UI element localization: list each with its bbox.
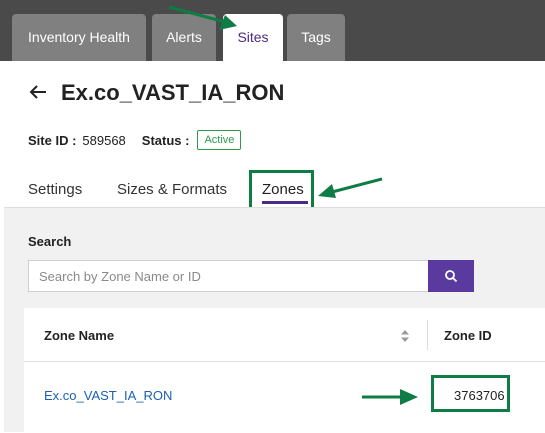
site-id-value: 589568 — [82, 132, 126, 148]
page-title: Ex.co_VAST_IA_RON — [61, 80, 285, 105]
annotation-box-zones — [249, 170, 314, 210]
search-icon — [445, 270, 458, 283]
sort-icon[interactable] — [399, 328, 411, 344]
site-id-label: Site ID : — [28, 132, 77, 148]
search-button[interactable] — [428, 260, 474, 292]
tab-tags[interactable]: Tags — [287, 14, 345, 61]
zone-name-link[interactable]: Ex.co_VAST_IA_RON — [44, 388, 172, 403]
search-input[interactable] — [28, 260, 429, 292]
column-divider — [427, 320, 428, 350]
tab-settings[interactable]: Settings — [28, 181, 82, 198]
annotation-box-zone-id — [431, 375, 510, 412]
status-badge: Active — [197, 130, 242, 150]
zones-table: Zone Name Zone ID Ex.co_VAST_IA_RON 3763… — [24, 308, 545, 433]
search-label: Search — [28, 234, 72, 249]
column-header-zone-id[interactable]: Zone ID — [444, 328, 492, 343]
site-header: Ex.co_VAST_IA_RON Site ID : 589568 Statu… — [4, 61, 545, 210]
top-tab-bar: Inventory Health Alerts Sites Tags — [0, 0, 545, 61]
annotation-arrow-zone-id — [362, 389, 418, 405]
status-label: Status : — [141, 132, 190, 148]
annotation-arrow-sites — [168, 5, 237, 30]
site-meta: Site ID : 589568 Status : Active — [28, 130, 242, 150]
row-divider — [24, 361, 545, 362]
back-arrow-icon[interactable] — [28, 82, 48, 102]
tab-sizes-formats[interactable]: Sizes & Formats — [117, 181, 227, 198]
annotation-arrow-zones — [318, 177, 383, 198]
tab-inventory-health[interactable]: Inventory Health — [12, 14, 146, 61]
column-header-zone-name[interactable]: Zone Name — [44, 328, 114, 343]
